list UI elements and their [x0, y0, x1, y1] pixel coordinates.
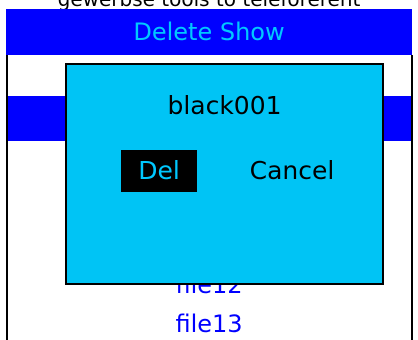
- list-item-file13[interactable]: file13: [0, 309, 418, 339]
- delete-show-screen: gewerbse tools to teleforerent Delete Sh…: [0, 0, 418, 340]
- clipped-top-text: gewerbse tools to teleforerent: [0, 0, 418, 9]
- delete-button[interactable]: Del: [121, 150, 197, 192]
- cancel-button[interactable]: Cancel: [232, 150, 352, 192]
- dialog-show-name: black001: [167, 91, 282, 120]
- delete-confirm-dialog: black001 Del Cancel: [65, 63, 384, 285]
- page-title: Delete Show: [6, 9, 412, 55]
